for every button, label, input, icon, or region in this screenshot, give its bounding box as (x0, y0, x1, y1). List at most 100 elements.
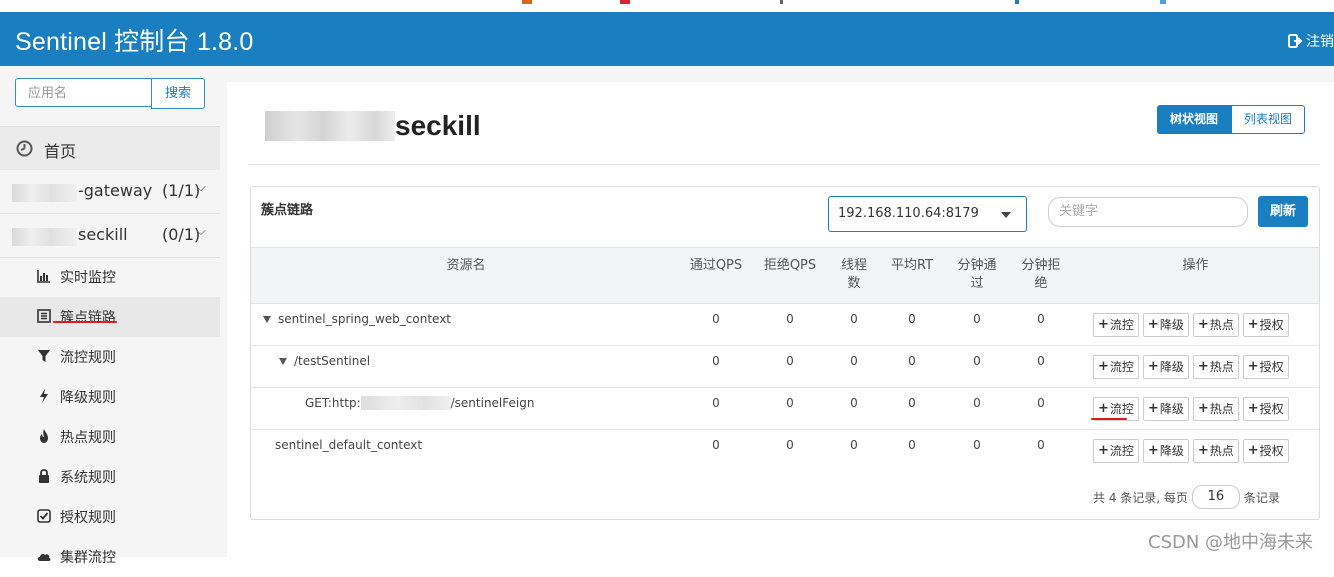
logout-link[interactable]: 注销 (1288, 31, 1334, 51)
add-auth-rule-button[interactable]: + 授权 (1242, 397, 1289, 421)
sign-out-icon (1288, 34, 1303, 48)
cell-avg-rt: 0 (908, 396, 916, 410)
cell-block-qps: 0 (786, 312, 794, 326)
resource-name: sentinel_default_context (275, 438, 422, 452)
cell-avg-rt: 0 (908, 312, 916, 326)
cell-avg-rt: 0 (908, 438, 916, 452)
sidebar-item-hot-rules[interactable]: 热点规则 (0, 417, 220, 457)
add-flow-rule-button[interactable]: + 流控 (1093, 355, 1139, 379)
check-square-icon (37, 509, 51, 523)
col-min-pass: 分钟通 过 (951, 257, 1003, 293)
cell-min-block: 0 (1037, 396, 1045, 410)
panel-title: 簇点链路 (261, 203, 314, 218)
plus-icon: + (1197, 317, 1209, 332)
cell-avg-rt: 0 (908, 354, 916, 368)
cell-block-qps: 0 (786, 354, 794, 368)
sidebar-item-realtime-monitor[interactable]: 实时监控 (0, 257, 220, 297)
pagination: 共 4 条记录, 每页 16 条记录 (1093, 485, 1280, 509)
app-search-input[interactable]: 应用名 (15, 78, 152, 107)
sidebar-home-label: 首页 (44, 142, 77, 161)
add-auth-rule-button[interactable]: + 授权 (1242, 439, 1289, 463)
caret-down-icon[interactable] (263, 315, 271, 323)
col-threads-line2: 数 (847, 276, 861, 291)
cell-min-block: 0 (1037, 354, 1045, 368)
search-button[interactable]: 搜索 (151, 78, 205, 109)
caret-down-icon[interactable] (279, 357, 287, 365)
cell-threads: 0 (850, 438, 858, 452)
app-name: -gateway (78, 181, 153, 200)
add-hot-rule-button[interactable]: + 热点 (1192, 397, 1239, 421)
redacted-title-prefix (265, 111, 395, 141)
sidebar-item-label: 热点规则 (60, 430, 116, 446)
op-label: 流控 (1109, 360, 1134, 374)
sidebar-item-degrade-rules[interactable]: 降级规则 (0, 377, 220, 417)
bolt-icon (40, 389, 48, 403)
op-label: 授权 (1259, 360, 1284, 374)
add-degrade-rule-button[interactable]: + 降级 (1142, 355, 1189, 379)
plus-icon: + (1197, 359, 1209, 374)
plus-icon: + (1247, 359, 1259, 374)
resource-name[interactable]: /testSentinel (279, 354, 370, 368)
sidebar-item-system-rules[interactable]: 系统规则 (0, 457, 220, 497)
sidebar-item-flow-rules[interactable]: 流控规则 (0, 337, 220, 377)
sidebar-item-cluster-flow[interactable]: 集群流控 (0, 537, 220, 577)
resource-name[interactable]: sentinel_spring_web_context (263, 312, 451, 326)
col-pass-qps: 通过QPS (689, 258, 743, 273)
caret-down-icon (1001, 212, 1011, 218)
sidebar-item-cluster-link[interactable]: 簇点链路 (0, 297, 220, 337)
tab-fragment (522, 0, 532, 4)
plus-icon: + (1247, 443, 1259, 458)
add-auth-rule-button[interactable]: + 授权 (1242, 313, 1289, 337)
sidebar-item-label: 簇点链路 (60, 310, 116, 326)
plus-icon: + (1147, 443, 1159, 458)
plus-icon: + (1098, 443, 1109, 458)
plus-icon: + (1197, 401, 1209, 416)
add-degrade-rule-button[interactable]: + 降级 (1142, 397, 1189, 421)
sidebar-app-seckill[interactable]: seckill (0/1) ⌵ (0, 214, 220, 258)
row-actions: + 流控 + 降级 + 热点 + 授权 (1093, 355, 1289, 379)
op-label: 流控 (1109, 318, 1134, 332)
top-header: Sentinel 控制台 1.8.0 注销 (0, 12, 1334, 66)
add-auth-rule-button[interactable]: + 授权 (1242, 355, 1289, 379)
plus-icon: + (1098, 317, 1109, 332)
col-min-block-line1: 分钟拒 (1021, 258, 1061, 273)
refresh-button[interactable]: 刷新 (1258, 196, 1308, 227)
op-label: 热点 (1209, 318, 1234, 332)
sidebar-item-label: 实时监控 (60, 270, 116, 286)
col-resource: 资源名 (446, 258, 486, 273)
dashboard-icon (16, 140, 33, 157)
watermark: CSDN @地中海未来 (1148, 532, 1314, 553)
bar-chart-icon (37, 270, 50, 283)
cell-pass-qps: 0 (712, 438, 720, 452)
add-degrade-rule-button[interactable]: + 降级 (1142, 313, 1189, 337)
sidebar-item-home[interactable]: 首页 (0, 126, 220, 171)
redacted-app-prefix (12, 184, 77, 202)
resource-name-prefix: GET:http: (305, 396, 361, 410)
add-hot-rule-button[interactable]: + 热点 (1192, 439, 1239, 463)
resource-name-text: /testSentinel (294, 354, 371, 368)
row-actions: + 流控 + 降级 + 热点 + 授权 (1093, 313, 1289, 337)
sidebar-app-gateway[interactable]: -gateway (1/1) ⌵ (0, 170, 220, 214)
add-flow-rule-button[interactable]: + 流控 (1093, 439, 1139, 463)
sidebar: 应用名 搜索 首页 -gateway (1/1) ⌵ seckill (0/1)… (0, 66, 220, 566)
add-degrade-rule-button[interactable]: + 降级 (1142, 439, 1189, 463)
tree-view-button[interactable]: 树状视图 (1157, 105, 1232, 134)
keyword-input[interactable]: 关键字 (1048, 197, 1248, 227)
sidebar-item-auth-rules[interactable]: 授权规则 (0, 497, 220, 537)
op-label: 降级 (1159, 402, 1184, 416)
op-label: 流控 (1109, 402, 1134, 416)
cell-min-block: 0 (1037, 312, 1045, 326)
add-hot-rule-button[interactable]: + 热点 (1192, 313, 1239, 337)
cell-block-qps: 0 (786, 396, 794, 410)
list-view-button[interactable]: 列表视图 (1231, 105, 1306, 134)
machine-select[interactable]: 192.168.110.64:8179 (828, 196, 1027, 232)
add-hot-rule-button[interactable]: + 热点 (1192, 355, 1239, 379)
cell-threads: 0 (850, 354, 858, 368)
filter-icon (38, 350, 50, 362)
plus-icon: + (1247, 401, 1259, 416)
page-size-input[interactable]: 16 (1191, 485, 1240, 509)
add-flow-rule-button[interactable]: + 流控 (1093, 313, 1139, 337)
app-search: 应用名 搜索 (15, 78, 205, 109)
cell-min-pass: 0 (973, 354, 981, 368)
plus-icon: + (1197, 443, 1209, 458)
